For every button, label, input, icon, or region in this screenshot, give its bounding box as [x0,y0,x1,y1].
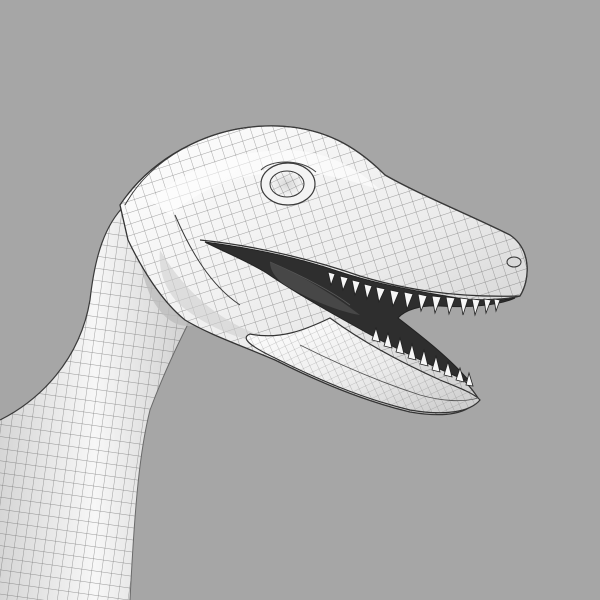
render-viewport [0,0,600,600]
nostril [506,256,522,268]
dinosaur-wireframe-render [0,0,600,600]
